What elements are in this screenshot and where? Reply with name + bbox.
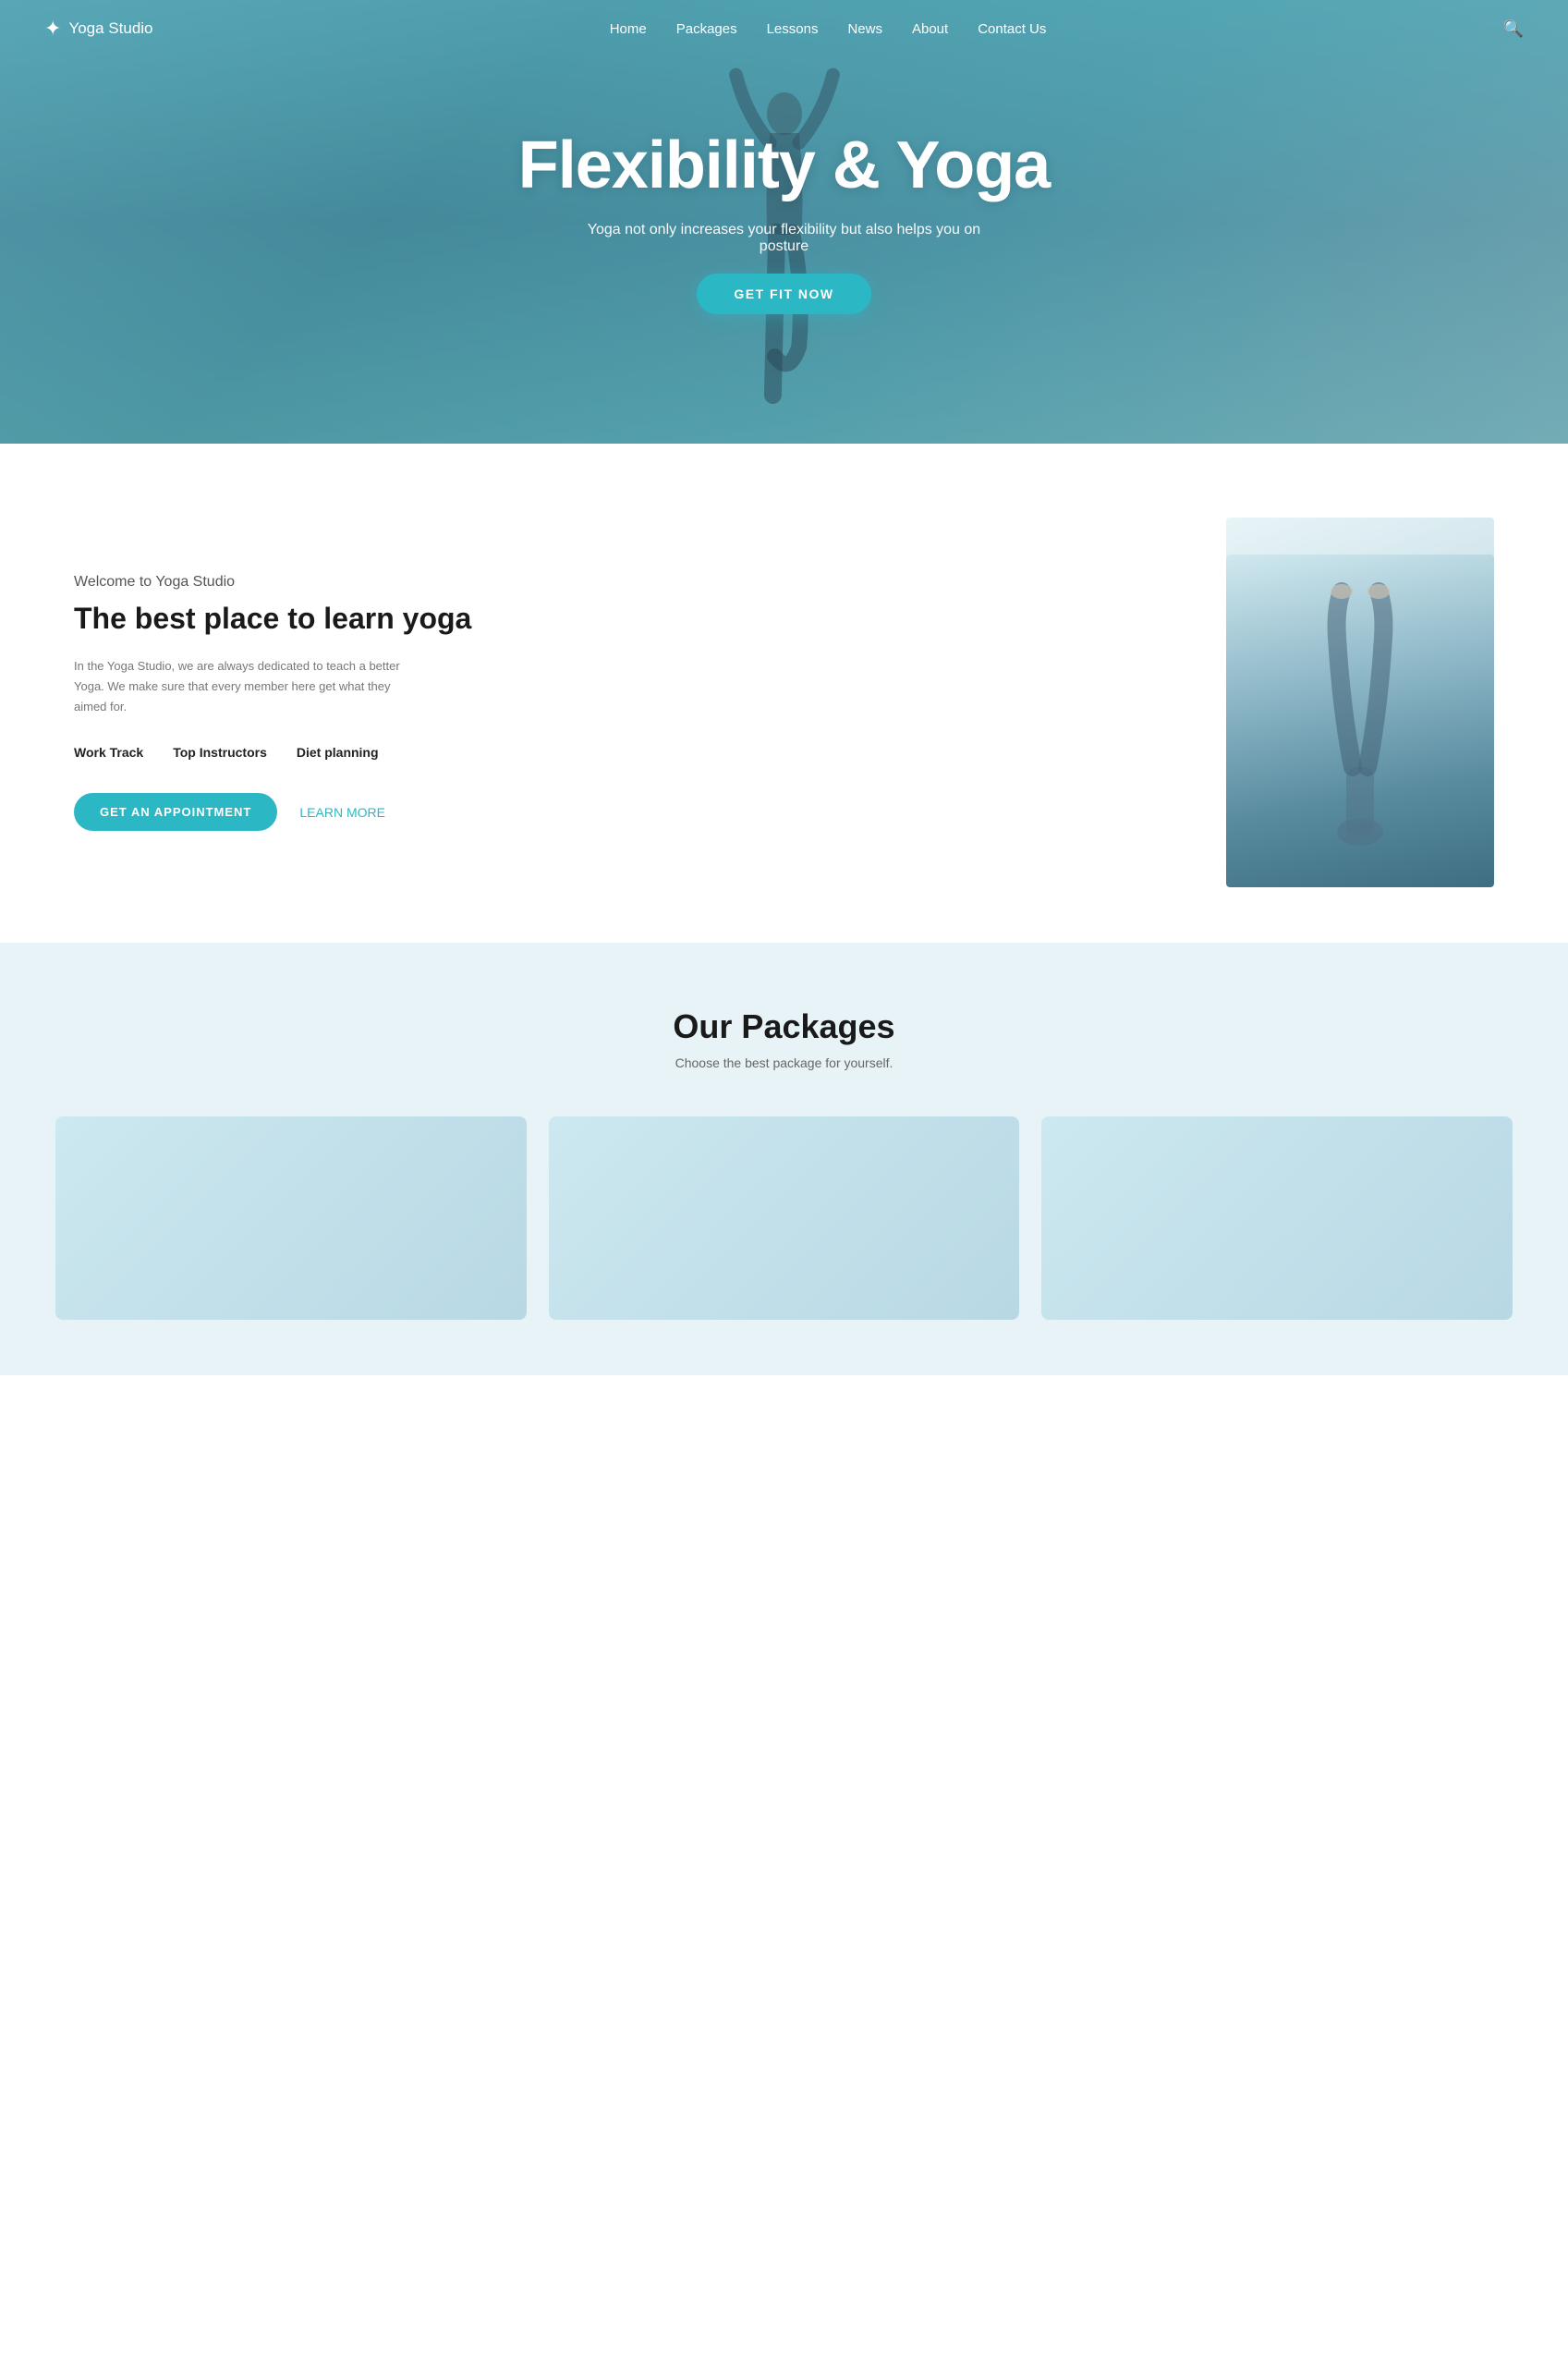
package-card-1[interactable] [55, 1116, 527, 1320]
navbar: ✦ Yoga Studio Home Packages Lessons News… [0, 0, 1568, 57]
nav-links: Home Packages Lessons News About Contact… [610, 21, 1047, 37]
nav-packages[interactable]: Packages [676, 21, 737, 37]
nav-about[interactable]: About [912, 21, 948, 37]
nav-news[interactable]: News [847, 21, 882, 37]
hero-section: Flexibility & Yoga Yoga not only increas… [0, 0, 1568, 444]
feature-top-instructors[interactable]: Top Instructors [173, 745, 267, 760]
welcome-heading: The best place to learn yoga [74, 600, 1171, 639]
packages-title: Our Packages [55, 1007, 1513, 1046]
feature-diet-planning[interactable]: Diet planning [297, 745, 379, 760]
feature-work-track[interactable]: Work Track [74, 745, 143, 760]
welcome-actions: GET AN APPOINTMENT LEARN MORE [74, 793, 1171, 831]
package-card-1-inner [55, 1116, 527, 1320]
nav-lessons[interactable]: Lessons [767, 21, 819, 37]
search-icon[interactable]: 🔍 [1503, 19, 1524, 39]
package-card-3[interactable] [1041, 1116, 1513, 1320]
welcome-image [1226, 518, 1494, 887]
packages-subtitle: Choose the best package for yourself. [55, 1055, 1513, 1070]
welcome-label: Welcome to Yoga Studio [74, 574, 1171, 591]
get-fit-now-button[interactable]: GET FIT NOW [697, 274, 870, 314]
get-appointment-button[interactable]: GET AN APPOINTMENT [74, 793, 277, 831]
hero-title: Flexibility & Yoga [518, 129, 1050, 202]
packages-section: Our Packages Choose the best package for… [0, 943, 1568, 1375]
welcome-text: Welcome to Yoga Studio The best place to… [74, 574, 1171, 832]
logo-icon: ✦ [44, 17, 61, 41]
hero-subtitle: Yoga not only increases your flexibility… [562, 222, 1005, 255]
brand-name: Yoga Studio [68, 19, 152, 38]
features-row: Work Track Top Instructors Diet planning [74, 745, 1171, 760]
package-card-2[interactable] [549, 1116, 1020, 1320]
hero-content: Flexibility & Yoga Yoga not only increas… [518, 129, 1050, 313]
nav-contact[interactable]: Contact Us [978, 21, 1046, 37]
learn-more-button[interactable]: LEARN MORE [299, 805, 385, 820]
brand-logo[interactable]: ✦ Yoga Studio [44, 17, 153, 41]
package-card-3-inner [1041, 1116, 1513, 1320]
package-card-2-inner [549, 1116, 1020, 1320]
yoga-image-inner [1226, 555, 1494, 887]
nav-home[interactable]: Home [610, 21, 647, 37]
welcome-body: In the Yoga Studio, we are always dedica… [74, 656, 416, 717]
welcome-section: Welcome to Yoga Studio The best place to… [0, 444, 1568, 943]
packages-grid [55, 1116, 1513, 1320]
yoga-legs-silhouette [1305, 582, 1416, 860]
